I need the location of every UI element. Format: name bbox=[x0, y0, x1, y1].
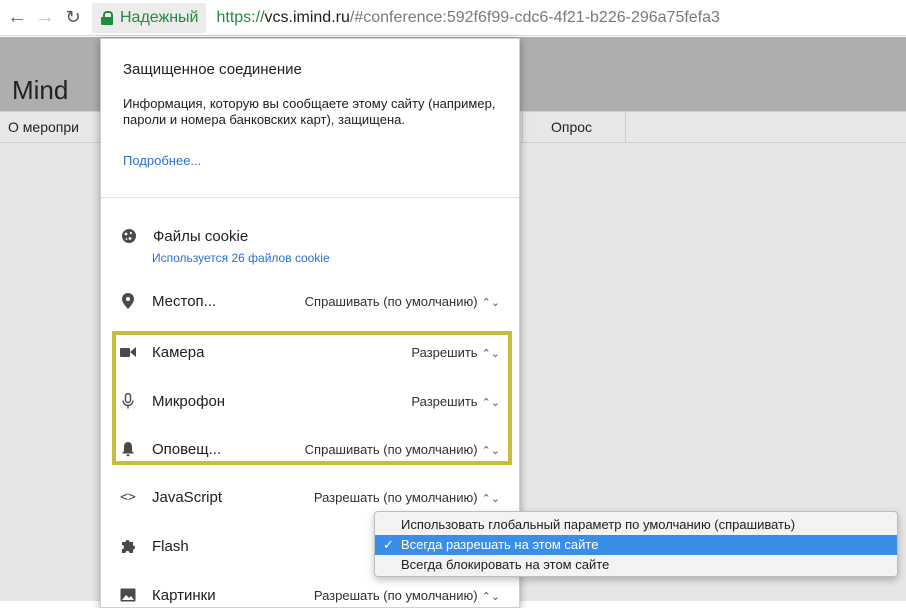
location-pin-icon bbox=[120, 293, 136, 309]
permission-row-location: Местоп... Спрашивать (по умолчанию) ⌃⌄ bbox=[120, 288, 500, 314]
microphone-icon bbox=[120, 393, 136, 409]
menu-option-always-allow[interactable]: ✓ Всегда разрешать на этом сайте bbox=[375, 535, 897, 555]
code-icon: <> bbox=[120, 489, 136, 505]
updown-chevron-icon: ⌃⌄ bbox=[481, 396, 500, 409]
updown-chevron-icon: ⌃⌄ bbox=[481, 347, 500, 360]
checkmark-icon: ✓ bbox=[383, 537, 394, 552]
permission-label: Камера bbox=[152, 343, 205, 361]
url-field[interactable]: https://vcs.imind.ru/#conference:592f6f9… bbox=[216, 9, 719, 27]
permission-row-notifications: Оповещ... Спрашивать (по умолчанию) ⌃⌄ bbox=[120, 436, 500, 462]
menu-option-global-default[interactable]: Использовать глобальный параметр по умол… bbox=[375, 515, 897, 535]
tab-poll[interactable]: Опрос bbox=[522, 112, 626, 142]
permission-select-location[interactable]: Спрашивать (по умолчанию) ⌃⌄ bbox=[305, 294, 500, 309]
app-title: Mind bbox=[12, 75, 69, 105]
permission-select-camera[interactable]: Разрешить ⌃⌄ bbox=[411, 345, 500, 360]
updown-chevron-icon: ⌃⌄ bbox=[481, 296, 500, 309]
site-security-chip[interactable]: Надежный bbox=[92, 2, 207, 33]
permission-select-images[interactable]: Разрешать (по умолчанию) ⌃⌄ bbox=[314, 588, 500, 603]
forward-arrow-icon[interactable]: → bbox=[34, 6, 56, 29]
permission-row-camera: Камера Разрешить ⌃⌄ bbox=[120, 339, 500, 365]
menu-option-always-block[interactable]: Всегда блокировать на этом сайте bbox=[375, 555, 897, 575]
url-scheme: https:// bbox=[216, 8, 265, 26]
permission-label: Местоп... bbox=[152, 292, 217, 310]
permission-label: Flash bbox=[152, 537, 189, 555]
tab-about[interactable]: О меропри bbox=[8, 112, 79, 142]
address-bar: ← → ↻ Надежный https://vcs.imind.ru/#con… bbox=[0, 0, 906, 36]
learn-more-link[interactable]: Подробнее... bbox=[123, 153, 201, 168]
url-host: vcs.imind.ru bbox=[264, 8, 350, 26]
cookies-count-link[interactable]: Используется 26 файлов cookie bbox=[152, 251, 330, 265]
lock-icon bbox=[100, 10, 114, 25]
secure-label: Надежный bbox=[120, 8, 199, 26]
menu-option-label: Всегда блокировать на этом сайте bbox=[401, 557, 610, 572]
permission-row-javascript: <> JavaScript Разрешать (по умолчанию) ⌃⌄ bbox=[120, 484, 500, 510]
permission-row-images: Картинки Разрешать (по умолчанию) ⌃⌄ bbox=[120, 582, 500, 608]
cookie-icon bbox=[121, 228, 137, 244]
puzzle-icon bbox=[120, 538, 136, 554]
permission-value: Спрашивать (по умолчанию) bbox=[304, 441, 478, 457]
permission-label: Оповещ... bbox=[152, 440, 222, 458]
permission-select-javascript[interactable]: Разрешать (по умолчанию) ⌃⌄ bbox=[314, 490, 500, 505]
popup-description: Информация, которую вы сообщаете этому с… bbox=[123, 96, 496, 127]
back-arrow-icon[interactable]: ← bbox=[6, 6, 28, 29]
reload-icon[interactable]: ↻ bbox=[62, 7, 84, 28]
updown-chevron-icon: ⌃⌄ bbox=[481, 492, 500, 505]
permission-label: Микрофон bbox=[152, 392, 226, 410]
flash-permission-menu: Использовать глобальный параметр по умол… bbox=[374, 511, 898, 577]
permission-value: Разрешить bbox=[411, 344, 478, 360]
bell-icon bbox=[120, 441, 136, 457]
cookies-row[interactable]: Файлы cookie bbox=[121, 223, 501, 249]
permission-label: JavaScript bbox=[152, 488, 223, 506]
updown-chevron-icon: ⌃⌄ bbox=[481, 444, 500, 457]
permission-row-flash: Flash bbox=[120, 533, 360, 559]
permission-value: Разрешать (по умолчанию) bbox=[313, 489, 478, 505]
permission-select-notifications[interactable]: Спрашивать (по умолчанию) ⌃⌄ bbox=[305, 442, 500, 457]
permission-row-microphone: Микрофон Разрешить ⌃⌄ bbox=[120, 388, 500, 414]
menu-option-label: Использовать глобальный параметр по умол… bbox=[401, 517, 796, 532]
permission-value: Разрешить bbox=[411, 393, 478, 409]
permission-value: Разрешать (по умолчанию) bbox=[313, 587, 478, 603]
permission-select-microphone[interactable]: Разрешить ⌃⌄ bbox=[411, 394, 500, 409]
permission-value: Спрашивать (по умолчанию) bbox=[304, 293, 478, 309]
menu-option-label: Всегда разрешать на этом сайте bbox=[401, 537, 599, 552]
popup-title: Защищенное соединение bbox=[123, 61, 302, 78]
url-path: /#conference:592f6f99-cdc6-4f21-b226-296… bbox=[349, 8, 720, 26]
cookies-label: Файлы cookie bbox=[153, 227, 249, 245]
camera-icon bbox=[120, 344, 136, 360]
divider bbox=[101, 197, 519, 198]
